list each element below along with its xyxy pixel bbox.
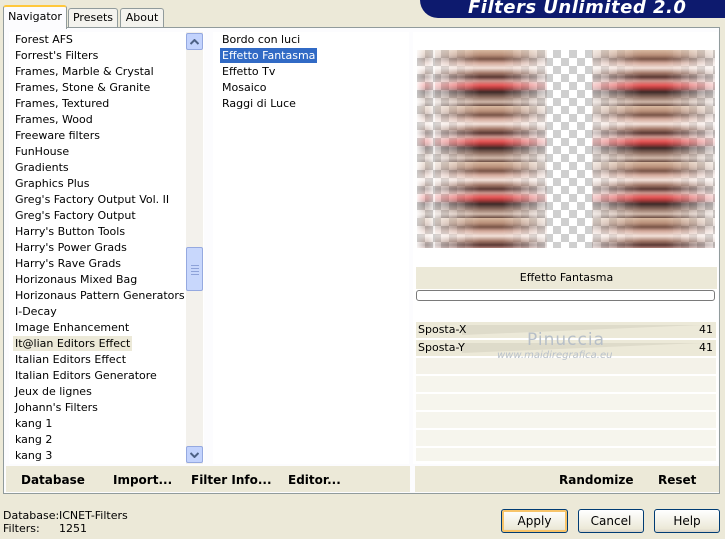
chevron-down-icon — [189, 452, 200, 459]
list-item[interactable]: Effetto Tv — [220, 64, 277, 79]
list-item[interactable]: kang 1 — [13, 416, 54, 431]
cancel-button[interactable]: Cancel — [578, 509, 644, 533]
tab-presets[interactable]: Presets — [68, 8, 118, 27]
import-button[interactable]: Import... — [113, 473, 172, 487]
progress-bar — [416, 290, 715, 301]
help-button[interactable]: Help — [654, 509, 720, 533]
randomize-button[interactable]: Randomize — [559, 473, 633, 487]
tab-navigator[interactable]: Navigator — [3, 5, 67, 29]
filters-label: Filters: — [3, 522, 40, 535]
list-item[interactable]: Italian Editors Effect — [13, 352, 128, 367]
list-item[interactable]: FunHouse — [13, 144, 71, 159]
list-item[interactable]: Graphics Plus — [13, 176, 91, 191]
scroll-down-button[interactable] — [186, 446, 203, 463]
list-item-selected[interactable]: Effetto Fantasma — [220, 48, 318, 63]
param-row-empty — [416, 412, 716, 429]
title-banner: Filters Unlimited 2.0 — [420, 0, 725, 18]
database-label: Database: — [3, 509, 60, 522]
list-item-selected[interactable]: It@lian Editors Effect — [13, 336, 133, 351]
reset-button[interactable]: Reset — [658, 473, 696, 487]
scroll-up-button[interactable] — [186, 33, 203, 50]
list-item[interactable]: Greg's Factory Output — [13, 208, 138, 223]
category-list[interactable]: Forest AFS Forrest's Filters Frames, Mar… — [9, 32, 204, 464]
list-item[interactable]: Frames, Textured — [13, 96, 111, 111]
chevron-up-icon — [189, 38, 200, 45]
list-item[interactable]: kang 2 — [13, 432, 54, 447]
grip-line — [191, 274, 199, 275]
preview-stripe — [417, 50, 435, 248]
param-row-empty — [416, 430, 716, 447]
list-item[interactable]: Jeux de lignes — [13, 384, 94, 399]
preview-image — [417, 50, 715, 248]
tab-about[interactable]: About — [120, 8, 164, 27]
banner-title: Filters Unlimited 2.0 — [468, 0, 687, 18]
list-item[interactable]: Frames, Marble & Crystal — [13, 64, 156, 79]
watermark-name: Pinuccia — [527, 330, 605, 350]
list-item[interactable]: kang 3 — [13, 448, 54, 463]
grip-line — [191, 265, 199, 266]
param-row-empty — [416, 394, 716, 411]
list-item[interactable]: Johann's Filters — [13, 400, 100, 415]
grip-line — [191, 271, 199, 272]
param-label: Sposta-X — [418, 323, 467, 336]
list-item[interactable]: Image Enhancement — [13, 320, 131, 335]
list-item[interactable]: Forrest's Filters — [13, 48, 100, 63]
effect-name-label: Effetto Fantasma — [416, 267, 717, 289]
param-label: Sposta-Y — [418, 341, 465, 354]
watermark-url: www.maidiregrafica.eu — [497, 350, 613, 361]
param-row-empty — [416, 448, 716, 462]
list-item[interactable]: Horizonaus Pattern Generators — [13, 288, 187, 303]
list-item[interactable]: Greg's Factory Output Vol. II — [13, 192, 171, 207]
list-item[interactable]: Raggi di Luce — [220, 96, 298, 111]
list-item[interactable]: Bordo con luci — [220, 32, 302, 47]
list-item[interactable]: Frames, Stone & Granite — [13, 80, 152, 95]
database-value: ICNET-Filters — [59, 509, 128, 522]
scroll-thumb[interactable] — [186, 247, 203, 291]
effects-list[interactable]: Bordo con luci Effetto Fantasma Effetto … — [213, 32, 409, 464]
editor-button[interactable]: Editor... — [288, 473, 341, 487]
preview-stripe — [435, 50, 547, 248]
list-item[interactable]: Italian Editors Generatore — [13, 368, 159, 383]
param-row-empty — [416, 376, 716, 393]
filter-info-button[interactable]: Filter Info... — [191, 473, 272, 487]
list-item[interactable]: I-Decay — [13, 304, 59, 319]
param-value: 41 — [699, 323, 713, 336]
list-item[interactable]: Harry's Rave Grads — [13, 256, 123, 271]
list-item[interactable]: Harry's Power Grads — [13, 240, 129, 255]
list-item[interactable]: Freeware filters — [13, 128, 102, 143]
list-item[interactable]: Horizonaus Mixed Bag — [13, 272, 139, 287]
filters-count: 1251 — [59, 522, 87, 535]
list-item[interactable]: Forest AFS — [13, 32, 75, 47]
list-item[interactable]: Harry's Button Tools — [13, 224, 127, 239]
category-scrollbar[interactable] — [186, 32, 203, 464]
list-item[interactable]: Mosaico — [220, 80, 269, 95]
apply-button[interactable]: Apply — [501, 509, 568, 533]
preview-stripe — [592, 50, 715, 248]
database-button[interactable]: Database — [21, 473, 85, 487]
list-item[interactable]: Gradients — [13, 160, 71, 175]
list-item[interactable]: Frames, Wood — [13, 112, 95, 127]
grip-line — [191, 268, 199, 269]
param-value: 41 — [699, 341, 713, 354]
